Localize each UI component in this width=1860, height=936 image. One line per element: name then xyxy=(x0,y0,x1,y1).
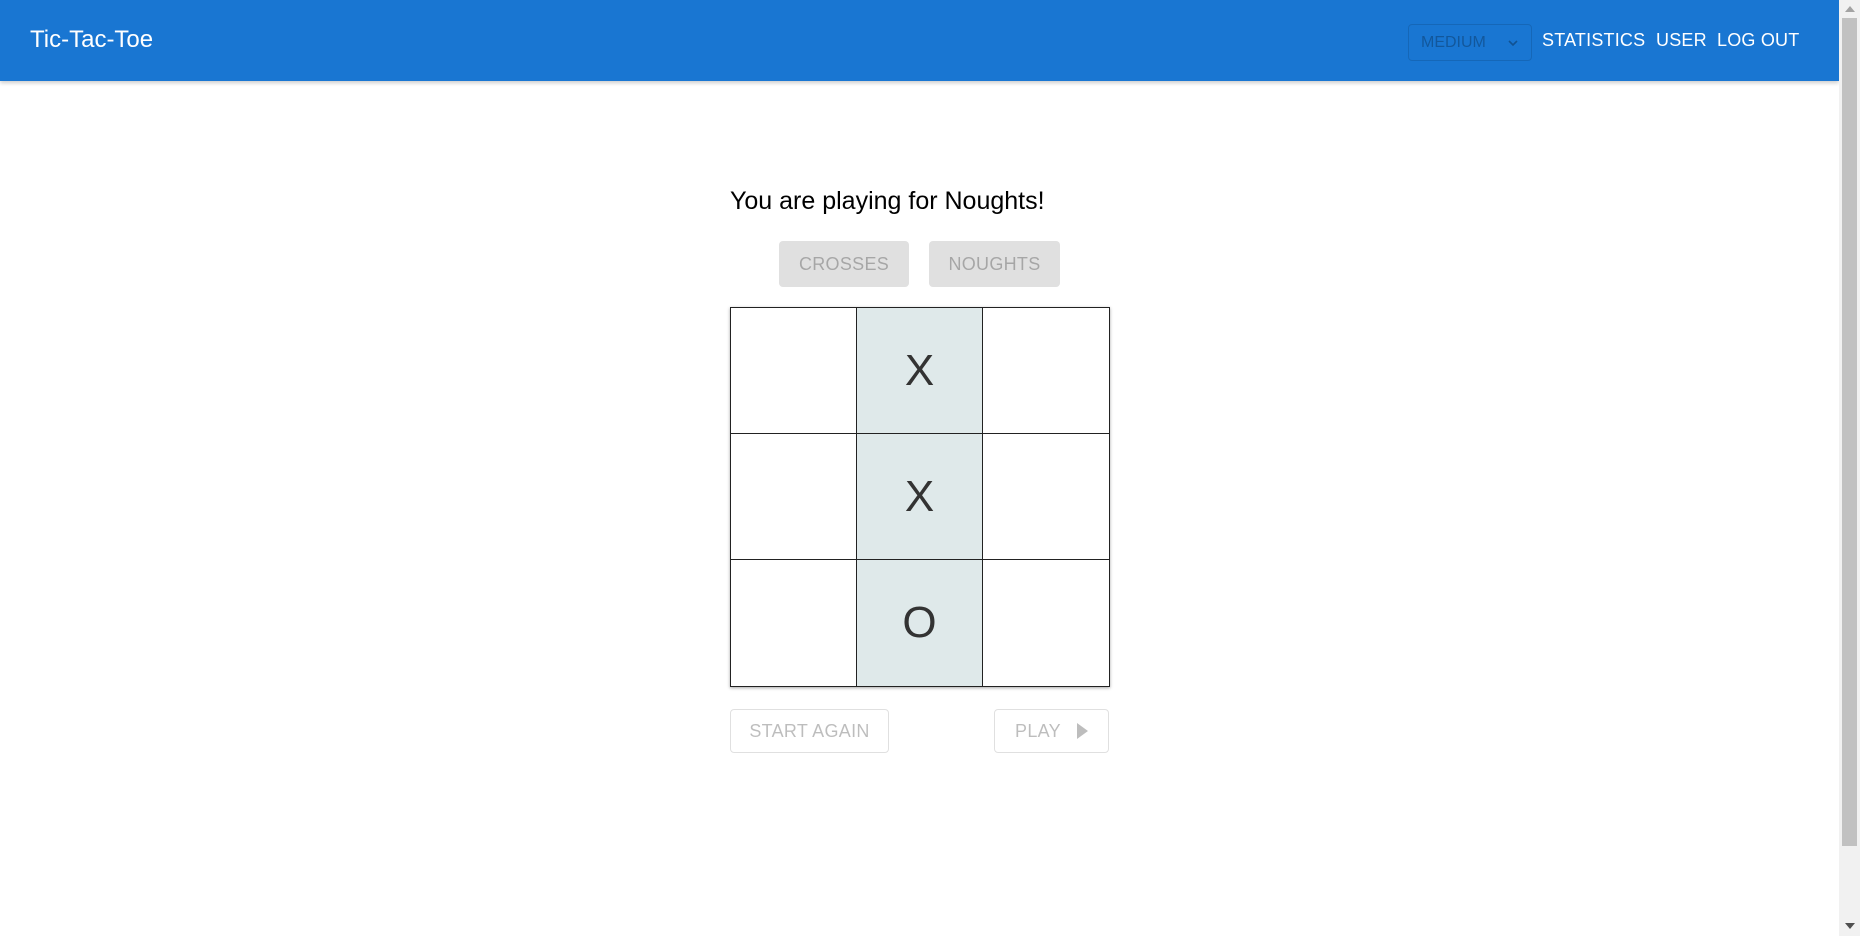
play-button[interactable]: PLAY xyxy=(994,709,1109,753)
play-icon xyxy=(1076,723,1088,739)
board-cell-0-2[interactable] xyxy=(983,308,1109,434)
board-cell-1-1[interactable]: X xyxy=(857,434,983,560)
board-cell-2-0[interactable] xyxy=(731,560,857,686)
scroll-down-arrow-icon[interactable] xyxy=(1845,923,1855,929)
board-cell-2-2[interactable] xyxy=(983,560,1109,686)
start-again-button[interactable]: START AGAIN xyxy=(730,709,889,753)
start-again-label: START AGAIN xyxy=(749,720,870,741)
vertical-scrollbar[interactable] xyxy=(1839,0,1860,936)
crosses-button[interactable]: CROSSES xyxy=(779,241,909,287)
nav-statistics[interactable]: STATISTICS xyxy=(1542,30,1645,51)
chevron-down-icon xyxy=(1508,40,1518,47)
noughts-button[interactable]: NOUGHTS xyxy=(929,241,1060,287)
game-status: You are playing for Noughts! xyxy=(730,187,1045,215)
difficulty-value: MEDIUM xyxy=(1421,33,1486,51)
app-bar: Tic-Tac-Toe MEDIUM STATISTICS USER LOG O… xyxy=(0,0,1839,81)
nav-logout[interactable]: LOG OUT xyxy=(1717,30,1799,51)
board-cell-1-0[interactable] xyxy=(731,434,857,560)
nav-user[interactable]: USER xyxy=(1656,30,1707,51)
scroll-thumb[interactable] xyxy=(1842,18,1857,846)
board-cell-2-1[interactable]: O xyxy=(857,560,983,686)
game-board: X X O xyxy=(730,307,1110,687)
difficulty-select[interactable]: MEDIUM xyxy=(1408,24,1532,61)
board-cell-1-2[interactable] xyxy=(983,434,1109,560)
board-cell-0-0[interactable] xyxy=(731,308,857,434)
play-label: PLAY xyxy=(1015,720,1061,741)
scroll-up-arrow-icon[interactable] xyxy=(1845,6,1855,12)
board-cell-0-1[interactable]: X xyxy=(857,308,983,434)
app-title: Tic-Tac-Toe xyxy=(30,26,154,53)
page: Tic-Tac-Toe MEDIUM STATISTICS USER LOG O… xyxy=(0,0,1860,936)
